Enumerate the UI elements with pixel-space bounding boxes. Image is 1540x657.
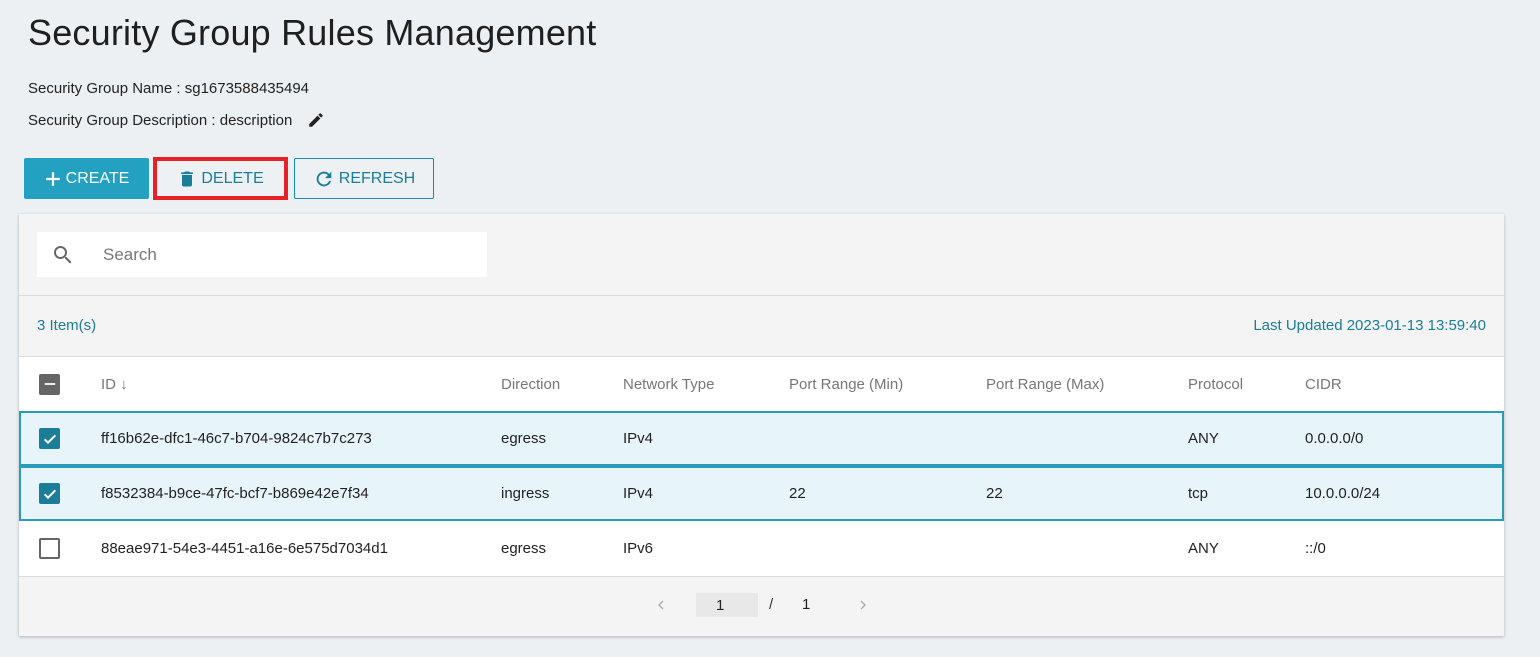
cell-cidr: 10.0.0.0/24 xyxy=(1305,485,1381,502)
page-separator: / xyxy=(769,596,774,613)
column-header-id[interactable]: ID ↓ xyxy=(101,357,128,411)
row-checkbox[interactable] xyxy=(39,428,60,449)
cell-port-max: 22 xyxy=(986,485,1003,502)
column-header-cidr[interactable]: CIDR xyxy=(1305,357,1342,411)
select-all-cell xyxy=(39,357,60,411)
refresh-button-label: REFRESH xyxy=(338,169,416,187)
cell-id: 88eae971-54e3-4451-a16e-6e575d7034d1 xyxy=(101,540,388,557)
column-header-direction[interactable]: Direction xyxy=(501,357,560,411)
security-group-description-text: Security Group Description : description xyxy=(28,111,293,129)
table-row[interactable]: ff16b62e-dfc1-46c7-b704-9824c7b7c273 egr… xyxy=(19,411,1504,466)
page-number-input[interactable] xyxy=(696,593,758,617)
checkmark-icon xyxy=(43,434,56,444)
row-checkbox-cell xyxy=(39,466,60,521)
cell-id: ff16b62e-dfc1-46c7-b704-9824c7b7c273 xyxy=(101,430,372,447)
table-header: ID ↓ Direction Network Type Port Range (… xyxy=(19,356,1504,411)
table-row[interactable]: f8532384-b9ce-47fc-bcf7-b869e42e7f34 ing… xyxy=(19,466,1504,521)
pencil-icon[interactable] xyxy=(307,111,325,129)
cell-network-type: IPv6 xyxy=(623,540,654,557)
item-count: 3 Item(s) xyxy=(37,317,97,334)
select-all-checkbox[interactable] xyxy=(39,373,60,395)
create-button-label: CREATE xyxy=(65,169,130,187)
cell-protocol: tcp xyxy=(1188,485,1209,502)
security-group-name: Security Group Name : sg1673588435494 xyxy=(28,80,309,97)
security-group-name-text: Security Group Name : sg1673588435494 xyxy=(28,80,310,97)
delete-button-label: DELETE xyxy=(201,169,264,187)
divider xyxy=(19,295,1504,296)
trash-icon xyxy=(181,171,194,186)
row-checkbox-cell xyxy=(39,521,60,576)
create-button[interactable]: CREATE xyxy=(24,158,149,199)
rules-table: ID ↓ Direction Network Type Port Range (… xyxy=(19,356,1504,576)
column-header-id-label: ID ↓ xyxy=(101,375,128,393)
plus-icon xyxy=(45,171,60,186)
cell-port-min: 22 xyxy=(789,485,806,502)
refresh-button[interactable]: REFRESH xyxy=(294,158,434,199)
cell-cidr: 0.0.0.0/0 xyxy=(1305,430,1364,447)
cell-cidr: ::/0 xyxy=(1305,540,1326,557)
cell-network-type: IPv4 xyxy=(623,485,654,502)
cell-direction: ingress xyxy=(501,485,550,502)
page-total: 1 xyxy=(802,596,811,613)
chevron-left-icon[interactable] xyxy=(653,597,669,613)
search-input[interactable] xyxy=(103,232,473,277)
row-checkbox[interactable] xyxy=(39,483,60,504)
row-checkbox[interactable] xyxy=(39,538,60,559)
cell-direction: egress xyxy=(501,540,547,557)
table-row[interactable]: 88eae971-54e3-4451-a16e-6e575d7034d1 egr… xyxy=(19,521,1504,576)
column-header-protocol[interactable]: Protocol xyxy=(1188,357,1243,411)
refresh-icon xyxy=(316,171,332,186)
column-header-port-min[interactable]: Port Range (Min) xyxy=(789,357,903,411)
search-box xyxy=(37,232,487,277)
cell-id: f8532384-b9ce-47fc-bcf7-b869e42e7f34 xyxy=(101,485,369,502)
chevron-right-icon[interactable] xyxy=(855,597,871,613)
last-updated: Last Updated 2023-01-13 13:59:40 xyxy=(1253,317,1486,334)
column-header-network-type[interactable]: Network Type xyxy=(623,357,714,411)
row-checkbox-cell xyxy=(39,411,60,466)
pagination: / 1 xyxy=(19,576,1504,636)
checkmark-icon xyxy=(43,489,56,499)
page-title: Security Group Rules Management xyxy=(28,12,597,53)
security-group-description: Security Group Description : description xyxy=(28,111,325,129)
cell-network-type: IPv4 xyxy=(623,430,654,447)
cell-protocol: ANY xyxy=(1188,540,1219,557)
cell-protocol: ANY xyxy=(1188,430,1219,447)
page: Security Group Rules Management Security… xyxy=(0,0,1540,657)
search-icon xyxy=(54,246,72,264)
minus-icon xyxy=(44,383,55,385)
cell-direction: egress xyxy=(501,430,547,447)
delete-button[interactable]: DELETE xyxy=(153,157,288,200)
column-header-port-max[interactable]: Port Range (Max) xyxy=(986,357,1104,411)
rules-panel: 3 Item(s) Last Updated 2023-01-13 13:59:… xyxy=(19,214,1504,636)
